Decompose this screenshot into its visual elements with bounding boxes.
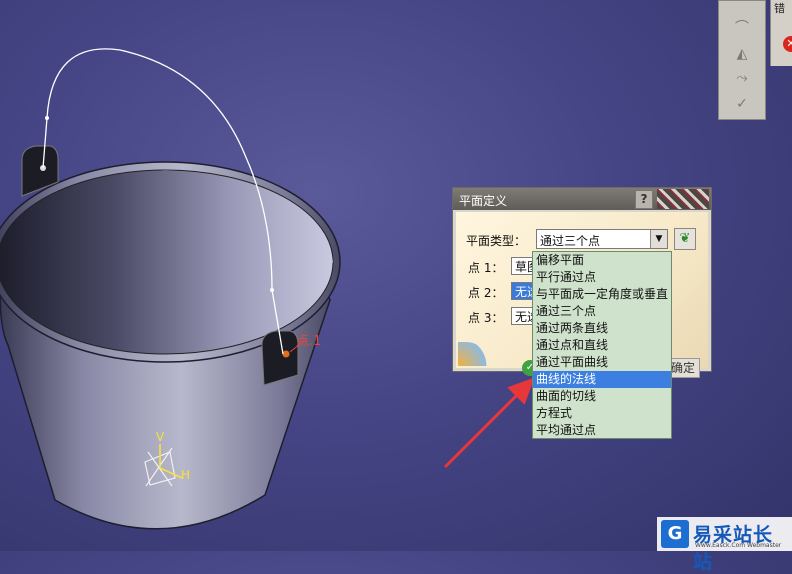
error-panel-label: 错: [774, 2, 785, 15]
point3-label: 点 3：: [468, 311, 504, 325]
dialog-title: 平面定义: [459, 194, 508, 208]
axis-v-label: V: [156, 430, 165, 444]
axis-h-label: H: [181, 468, 191, 482]
point1-label: 点 1：: [468, 261, 504, 275]
dialog-titlebar[interactable]: 平面定义 ?: [453, 188, 711, 210]
check-icon[interactable]: ✓: [729, 95, 755, 113]
site-watermark: G 易采站长站 Www.Easck.Com Webmaster: [657, 517, 792, 573]
plane-type-value: 通过三个点: [540, 234, 601, 248]
plane-type-combo[interactable]: 通过三个点 ▼: [536, 229, 668, 249]
sun-decoration-icon: [458, 342, 490, 366]
chevron-down-icon[interactable]: ▼: [650, 230, 667, 248]
error-panel: 错 ✕: [770, 0, 792, 66]
plane-type-label: 平面类型：: [466, 234, 527, 248]
dropdown-option-highlighted[interactable]: 曲线的法线: [533, 371, 671, 388]
point-label: 点.1: [296, 334, 322, 349]
dropdown-option[interactable]: 通过平面曲线: [533, 354, 671, 371]
dropdown-option[interactable]: 平均通过点: [533, 422, 671, 439]
lock-icon[interactable]: ❦: [674, 228, 696, 250]
dropdown-option[interactable]: 通过三个点: [533, 303, 671, 320]
watermark-subtext: Www.Easck.Com Webmaster: [695, 542, 782, 549]
plane-type-dropdown-list: 偏移平面 平行通过点 与平面成一定角度或垂直 通过三个点 通过两条直线 通过点和…: [532, 251, 672, 439]
point2-label: 点 2：: [468, 286, 504, 300]
curve-icon[interactable]: ⌒: [729, 19, 755, 37]
surface-icon[interactable]: ◭: [729, 45, 755, 63]
dropdown-option[interactable]: 通过两条直线: [533, 320, 671, 337]
dropdown-option[interactable]: 通过点和直线: [533, 337, 671, 354]
tools-toolbar: ⌒ ◭ ⤳ ✓: [718, 0, 766, 120]
dropdown-option[interactable]: 与平面成一定角度或垂直: [533, 286, 671, 303]
help-button[interactable]: ?: [635, 190, 653, 209]
error-x-icon[interactable]: ✕: [783, 36, 792, 52]
dropdown-option[interactable]: 偏移平面: [533, 252, 671, 269]
dropdown-option[interactable]: 曲面的切线: [533, 388, 671, 405]
sweep-icon[interactable]: ⤳: [729, 69, 755, 87]
watermark-logo: G: [661, 520, 689, 548]
dropdown-option[interactable]: 平行通过点: [533, 269, 671, 286]
dropdown-option[interactable]: 方程式: [533, 405, 671, 422]
titlebar-decoration: [657, 189, 709, 209]
